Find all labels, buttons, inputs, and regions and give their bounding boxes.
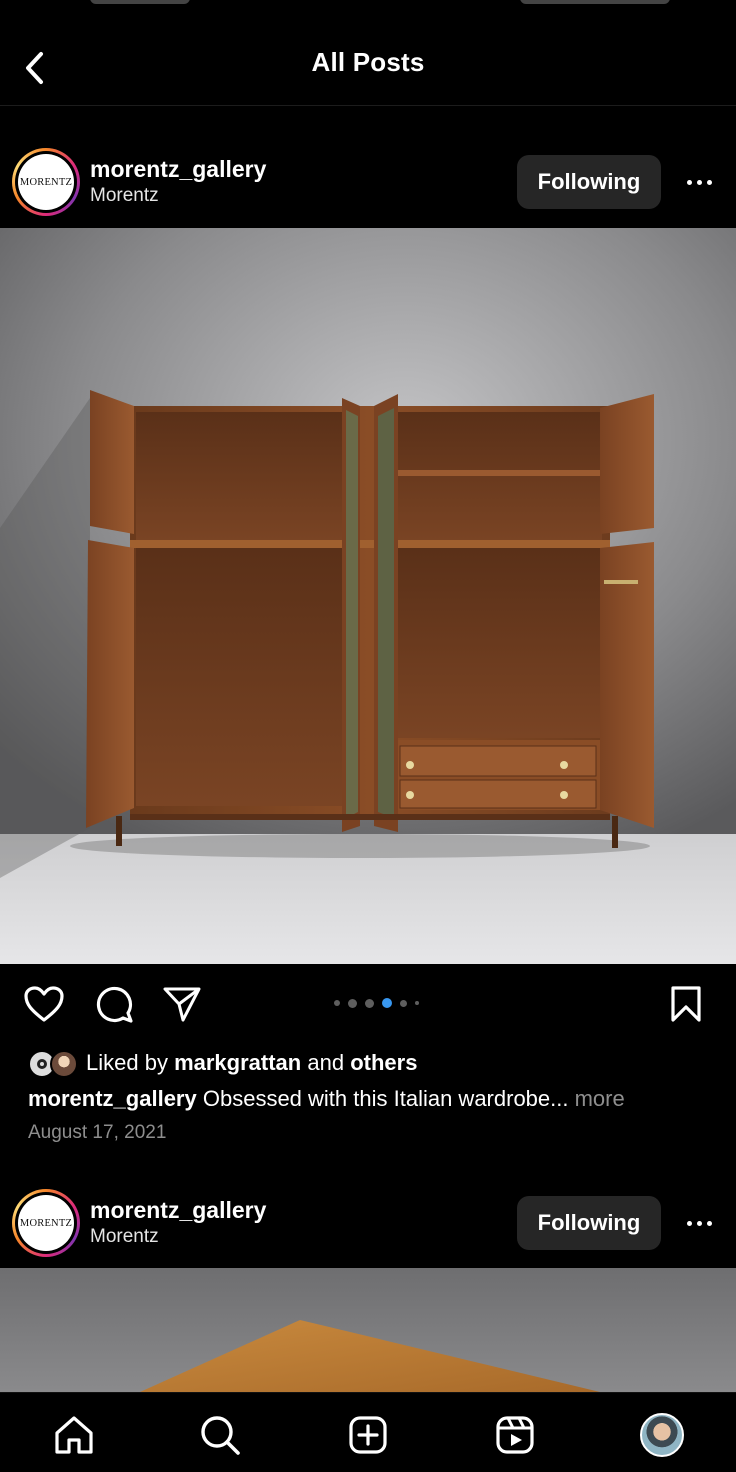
send-icon (163, 987, 201, 1022)
carousel-dot (415, 1001, 419, 1005)
nav-profile[interactable] (640, 1413, 684, 1457)
avatar[interactable]: MORENTZ (12, 1189, 80, 1257)
nav-home[interactable] (52, 1413, 96, 1457)
carousel-dot (348, 998, 357, 1008)
post-meta: Liked by markgrattan and others morentz_… (28, 1046, 718, 1144)
bottom-nav (0, 1392, 736, 1472)
comment-icon (96, 986, 133, 1023)
home-icon (55, 1416, 93, 1454)
nav-reels[interactable] (493, 1413, 537, 1457)
liker-avatar (50, 1050, 78, 1078)
following-button[interactable]: Following (517, 155, 661, 209)
caption-text: Obsessed with this Italian wardrobe... (202, 1086, 569, 1111)
search-icon (201, 1416, 240, 1455)
bookmark-icon (671, 986, 701, 1022)
more-options-button[interactable] (676, 1203, 722, 1243)
heart-icon (24, 986, 64, 1022)
liked-by-prefix: Liked by (86, 1050, 168, 1075)
wardrobe-photo (0, 228, 736, 964)
post-subname: Morentz (90, 1226, 159, 1247)
more-options-button[interactable] (676, 162, 722, 202)
post-actions (0, 974, 736, 1034)
nav-search[interactable] (198, 1413, 242, 1457)
post-image[interactable] (0, 228, 736, 964)
share-button[interactable] (160, 982, 204, 1026)
post-username[interactable]: morentz_gallery (90, 1196, 266, 1224)
back-button[interactable] (14, 48, 54, 88)
top-bar: All Posts (0, 20, 736, 106)
caption-username[interactable]: morentz_gallery (28, 1086, 197, 1111)
status-bar-time (90, 0, 190, 4)
carousel-dot (400, 999, 407, 1007)
following-button[interactable]: Following (517, 1196, 661, 1250)
liked-by-user[interactable]: markgrattan (174, 1050, 301, 1076)
liked-by-others[interactable]: others (350, 1050, 417, 1076)
avatar-logo: MORENTZ (18, 1195, 74, 1251)
page-title: All Posts (311, 47, 425, 77)
carousel-dot (365, 998, 374, 1008)
post-username[interactable]: morentz_gallery (90, 155, 266, 183)
status-bar (0, 0, 736, 20)
save-button[interactable] (664, 982, 708, 1026)
table-photo (0, 1268, 736, 1392)
nav-create[interactable] (346, 1413, 390, 1457)
comment-button[interactable] (92, 982, 136, 1026)
post-date: August 17, 2021 (28, 1122, 167, 1143)
profile-avatar (640, 1413, 684, 1457)
likes-row[interactable]: Liked by markgrattan and others (28, 1046, 718, 1080)
carousel-dot (334, 1000, 340, 1006)
status-bar-indicators (520, 0, 670, 4)
user-block: morentz_gallery Morentz (90, 155, 266, 209)
liked-by-and: and (307, 1050, 345, 1075)
post-header: MORENTZ morentz_gallery Morentz Followin… (0, 140, 736, 224)
caption: morentz_gallery Obsessed with this Itali… (28, 1082, 718, 1116)
caption-more-link[interactable]: more (575, 1086, 625, 1111)
chevron-left-icon (26, 52, 43, 84)
avatar[interactable]: MORENTZ (12, 148, 80, 216)
carousel-indicator (330, 998, 423, 1008)
post-image[interactable] (0, 1268, 736, 1392)
avatar-logo: MORENTZ (18, 154, 74, 210)
post-header: MORENTZ morentz_gallery Morentz Followin… (0, 1181, 736, 1265)
like-button[interactable] (22, 982, 66, 1026)
create-icon (349, 1416, 387, 1454)
user-block: morentz_gallery Morentz (90, 1196, 266, 1250)
post-subname: Morentz (90, 185, 159, 206)
reels-icon (496, 1416, 534, 1454)
carousel-dot-active (382, 998, 392, 1008)
liker-avatars (28, 1048, 86, 1078)
